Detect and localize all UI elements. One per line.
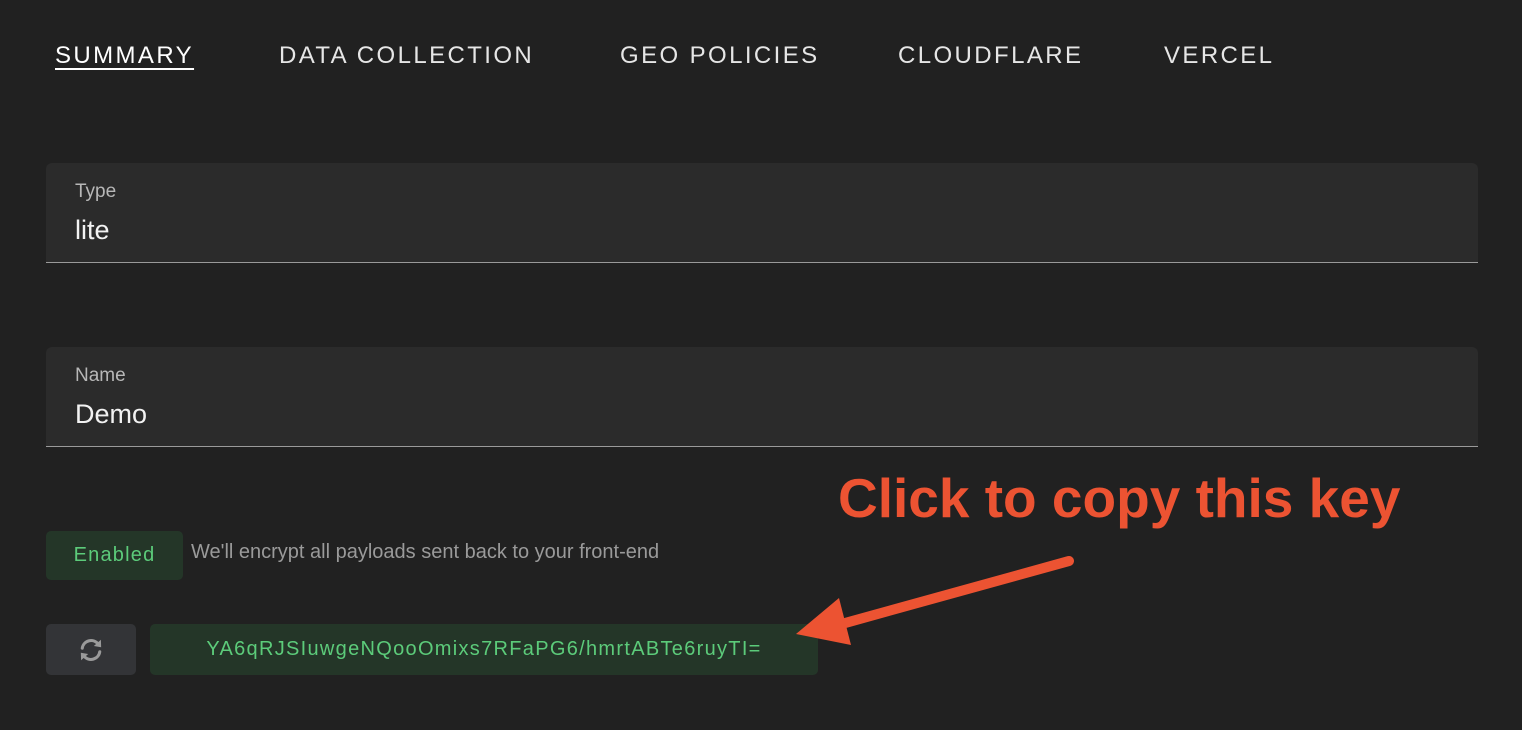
refresh-icon: [80, 638, 102, 661]
copy-key-annotation: Click to copy this key: [838, 467, 1401, 529]
tab-summary[interactable]: SUMMARY: [55, 40, 194, 72]
encryption-enabled-toggle[interactable]: Enabled: [46, 531, 183, 580]
type-field-value: lite: [75, 215, 110, 245]
encryption-hint: We'll encrypt all payloads sent back to …: [191, 541, 660, 563]
regenerate-key-button[interactable]: [46, 624, 136, 675]
name-field-value: Demo: [75, 399, 148, 429]
copy-key-button[interactable]: YA6qRJSIuwgeNQooOmixs7RFaPG6/hmrtABTe6ru…: [150, 624, 818, 675]
tab-cloudflare[interactable]: CLOUDFLARE: [898, 40, 1083, 72]
name-field-label: Name: [75, 365, 126, 386]
type-field[interactable]: Type lite: [46, 163, 1478, 263]
tab-data-collection[interactable]: DATA COLLECTION: [279, 40, 534, 72]
tab-geo-policies[interactable]: GEO POLICIES: [620, 40, 820, 72]
encryption-settings-page: SUMMARY DATA COLLECTION GEO POLICIES CLO…: [0, 0, 1522, 730]
name-field[interactable]: Name Demo: [46, 347, 1478, 447]
tab-vercel[interactable]: VERCEL: [1164, 40, 1274, 72]
type-field-label: Type: [75, 181, 117, 202]
